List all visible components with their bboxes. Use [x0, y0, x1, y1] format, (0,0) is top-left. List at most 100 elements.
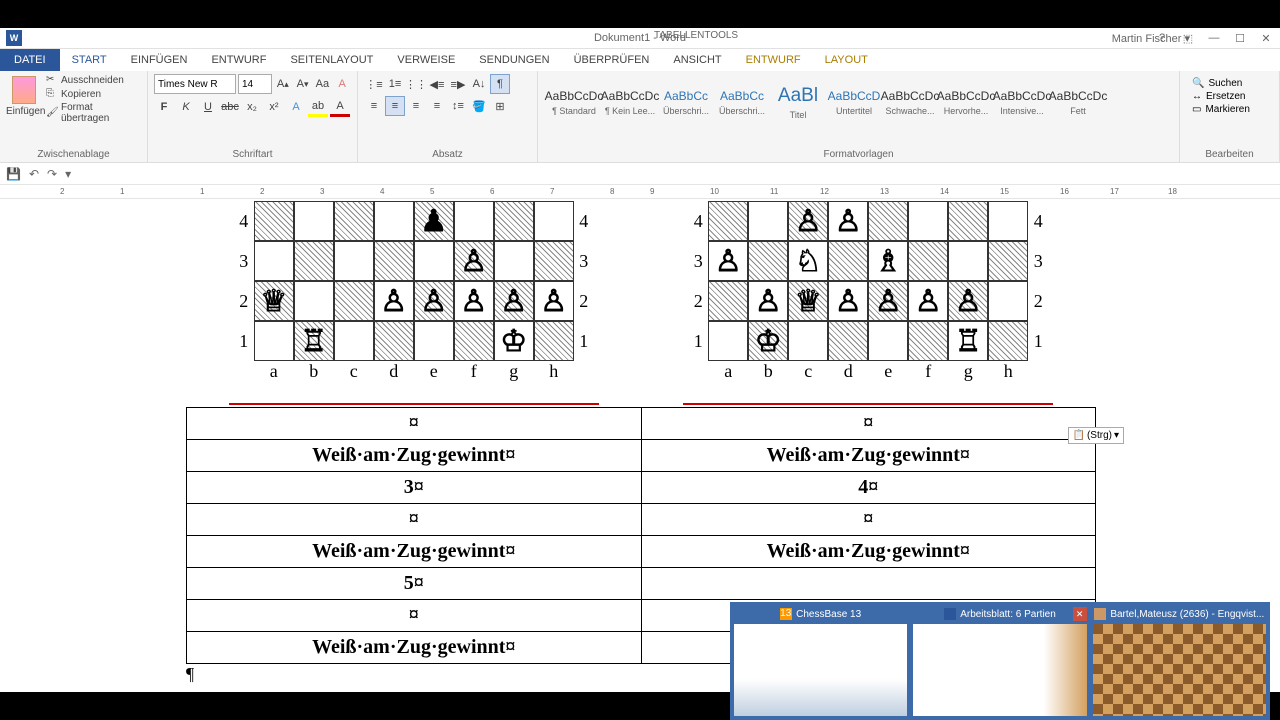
superscript-button[interactable]: x² — [264, 97, 284, 117]
style-titel[interactable]: AaBlTitel — [770, 78, 826, 126]
word-icon: W — [6, 30, 22, 46]
style-keinlee[interactable]: AaBbCcDc¶ Kein Lee... — [602, 78, 658, 126]
style-intensive[interactable]: AaBbCcDcIntensive... — [994, 78, 1050, 126]
paste-options-button[interactable]: 📋(Strg)▾ — [1068, 427, 1124, 444]
preview-thumb-2 — [913, 624, 1086, 716]
cell-empty-l1[interactable]: ¤ — [187, 408, 642, 440]
qat-customize-button[interactable]: ▾ — [65, 167, 71, 181]
style-standard[interactable]: AaBbCcDc¶ Standard — [546, 78, 602, 126]
font-name-select[interactable] — [154, 74, 236, 94]
align-left-button[interactable]: ≡ — [364, 96, 384, 116]
subscript-button[interactable]: x₂ — [242, 97, 262, 117]
replace-button[interactable]: ↔Ersetzen — [1192, 91, 1267, 102]
document-table[interactable]: 4♟43♙32♕♙♙♙♙♙21♖♔1abcdefgh 4♙♙43♙♘♗32♙♕♙… — [186, 199, 1096, 664]
save-button[interactable]: 💾 — [6, 167, 21, 181]
taskbar-preview-arbeitsblatt[interactable]: Arbeitsblatt: 6 Partien✕ — [911, 604, 1088, 718]
preview-thumb-3 — [1093, 624, 1266, 716]
cut-button[interactable]: ✂Ausschneiden — [46, 74, 141, 86]
bullets-button[interactable]: ⋮≡ — [364, 74, 384, 94]
shrink-font-button[interactable]: A▾ — [294, 74, 312, 94]
horizontal-ruler[interactable]: 21123456789101112131415161718 — [0, 185, 1280, 199]
decrease-indent-button[interactable]: ◀≡ — [427, 74, 447, 94]
tab-entwurf[interactable]: ENTWURF — [199, 49, 278, 71]
sort-button[interactable]: A↓ — [469, 74, 489, 94]
style-hervorhe[interactable]: AaBbCcDcHervorhe... — [938, 78, 994, 126]
format-painter-button[interactable]: 🖌Format übertragen — [46, 102, 141, 124]
underline-button[interactable]: U — [198, 97, 218, 117]
cell-caption-l2[interactable]: Weiß·am·Zug·gewinnt¤ — [187, 536, 642, 568]
tab-sendungen[interactable]: SENDUNGEN — [467, 49, 561, 71]
tab-table-entwurf[interactable]: ENTWURF — [734, 49, 813, 71]
chess-game-icon — [1094, 608, 1106, 620]
taskbar-preview-chessbase[interactable]: 13ChessBase 13 — [732, 604, 909, 718]
find-button[interactable]: 🔍Suchen — [1192, 78, 1267, 89]
taskbar-preview-bartel[interactable]: Bartel,Mateusz (2636) - Engqvist... — [1091, 604, 1268, 718]
select-icon: ▭ — [1192, 104, 1201, 115]
cell-caption-r2[interactable]: Weiß·am·Zug·gewinnt¤ — [641, 536, 1096, 568]
cell-caption-l1[interactable]: Weiß·am·Zug·gewinnt¤ — [187, 440, 642, 472]
table-tools-label: TABELLENTOOLS — [654, 30, 738, 41]
justify-button[interactable]: ≡ — [427, 96, 447, 116]
cell-empty-l3[interactable]: ¤ — [187, 600, 642, 632]
search-icon: 🔍 — [1192, 78, 1204, 89]
clear-format-button[interactable]: A — [333, 74, 351, 94]
tab-einfugen[interactable]: EINFÜGEN — [119, 49, 200, 71]
help-icon[interactable]: ? — [1150, 29, 1174, 47]
cell-num-3[interactable]: 3¤ — [187, 472, 642, 504]
cell-num-4[interactable]: 4¤ — [641, 472, 1096, 504]
font-group-label: Schriftart — [148, 149, 357, 160]
show-marks-button[interactable]: ¶ — [490, 74, 510, 94]
align-center-button[interactable]: ≡ — [385, 96, 405, 116]
word-small-icon — [944, 608, 956, 620]
chess-diagram-right: 4♙♙43♙♘♗32♙♕♙♙♙♙21♔♖1abcdefgh — [688, 201, 1048, 401]
italic-button[interactable]: K — [176, 97, 196, 117]
style-untertitel[interactable]: AaBbCcDUntertitel — [826, 78, 882, 126]
undo-button[interactable]: ↶ — [29, 167, 39, 181]
multilevel-button[interactable]: ⋮⋮ — [406, 74, 426, 94]
cell-num-5[interactable]: 5¤ — [187, 568, 642, 600]
cell-caption-l3[interactable]: Weiß·am·Zug·gewinnt¤ — [187, 632, 642, 664]
borders-button[interactable]: ⊞ — [490, 96, 510, 116]
tab-datei[interactable]: DATEI — [0, 49, 60, 71]
tab-start[interactable]: START — [60, 49, 119, 71]
redo-button[interactable]: ↷ — [47, 167, 57, 181]
strike-button[interactable]: abc — [220, 97, 240, 117]
highlight-button[interactable]: ab — [308, 97, 328, 117]
numbering-button[interactable]: 1≡ — [385, 74, 405, 94]
maximize-icon[interactable]: ☐ — [1228, 29, 1252, 47]
tab-ansicht[interactable]: ANSICHT — [661, 49, 733, 71]
cell-empty-l2[interactable]: ¤ — [187, 504, 642, 536]
tab-table-layout[interactable]: LAYOUT — [813, 49, 880, 71]
copy-button[interactable]: ⎘Kopieren — [46, 88, 141, 100]
tab-uberprufen[interactable]: ÜBERPRÜFEN — [562, 49, 662, 71]
paste-button[interactable]: Einfügen — [6, 74, 42, 124]
style-schwache[interactable]: AaBbCcDcSchwache... — [882, 78, 938, 126]
style-berschri[interactable]: AaBbCcÜberschri... — [714, 78, 770, 126]
replace-icon: ↔ — [1192, 91, 1202, 102]
close-icon[interactable]: ✕ — [1254, 29, 1278, 47]
bold-button[interactable]: F — [154, 97, 174, 117]
minimize-icon[interactable]: ― — [1202, 29, 1226, 47]
shading-button[interactable]: 🪣 — [469, 96, 489, 116]
style-berschri[interactable]: AaBbCcÜberschri... — [658, 78, 714, 126]
font-color-button[interactable]: A — [330, 97, 350, 117]
style-fett[interactable]: AaBbCcDcFett — [1050, 78, 1106, 126]
text-effects-button[interactable]: A — [286, 97, 306, 117]
styles-gallery[interactable]: AaBbCcDc¶ StandardAaBbCcDc¶ Kein Lee...A… — [544, 74, 1173, 130]
change-case-button[interactable]: Aa — [314, 74, 332, 94]
increase-indent-button[interactable]: ≡▶ — [448, 74, 468, 94]
cell-empty-r1[interactable]: ¤ — [641, 408, 1096, 440]
line-spacing-button[interactable]: ↕≡ — [448, 96, 468, 116]
ribbon-options-icon[interactable]: ⬚ — [1176, 29, 1200, 47]
font-size-select[interactable] — [238, 74, 272, 94]
align-right-button[interactable]: ≡ — [406, 96, 426, 116]
tab-verweise[interactable]: VERWEISE — [385, 49, 467, 71]
select-button[interactable]: ▭Markieren — [1192, 104, 1267, 115]
tab-seitenlayout[interactable]: SEITENLAYOUT — [278, 49, 385, 71]
grow-font-button[interactable]: A▴ — [274, 74, 292, 94]
clipboard-small-icon: 📋 — [1073, 430, 1085, 441]
cell-caption-r1[interactable]: Weiß·am·Zug·gewinnt¤ — [641, 440, 1096, 472]
cell-empty-r3[interactable] — [641, 568, 1096, 600]
cell-empty-r2[interactable]: ¤ — [641, 504, 1096, 536]
close-preview-icon[interactable]: ✕ — [1073, 607, 1087, 621]
